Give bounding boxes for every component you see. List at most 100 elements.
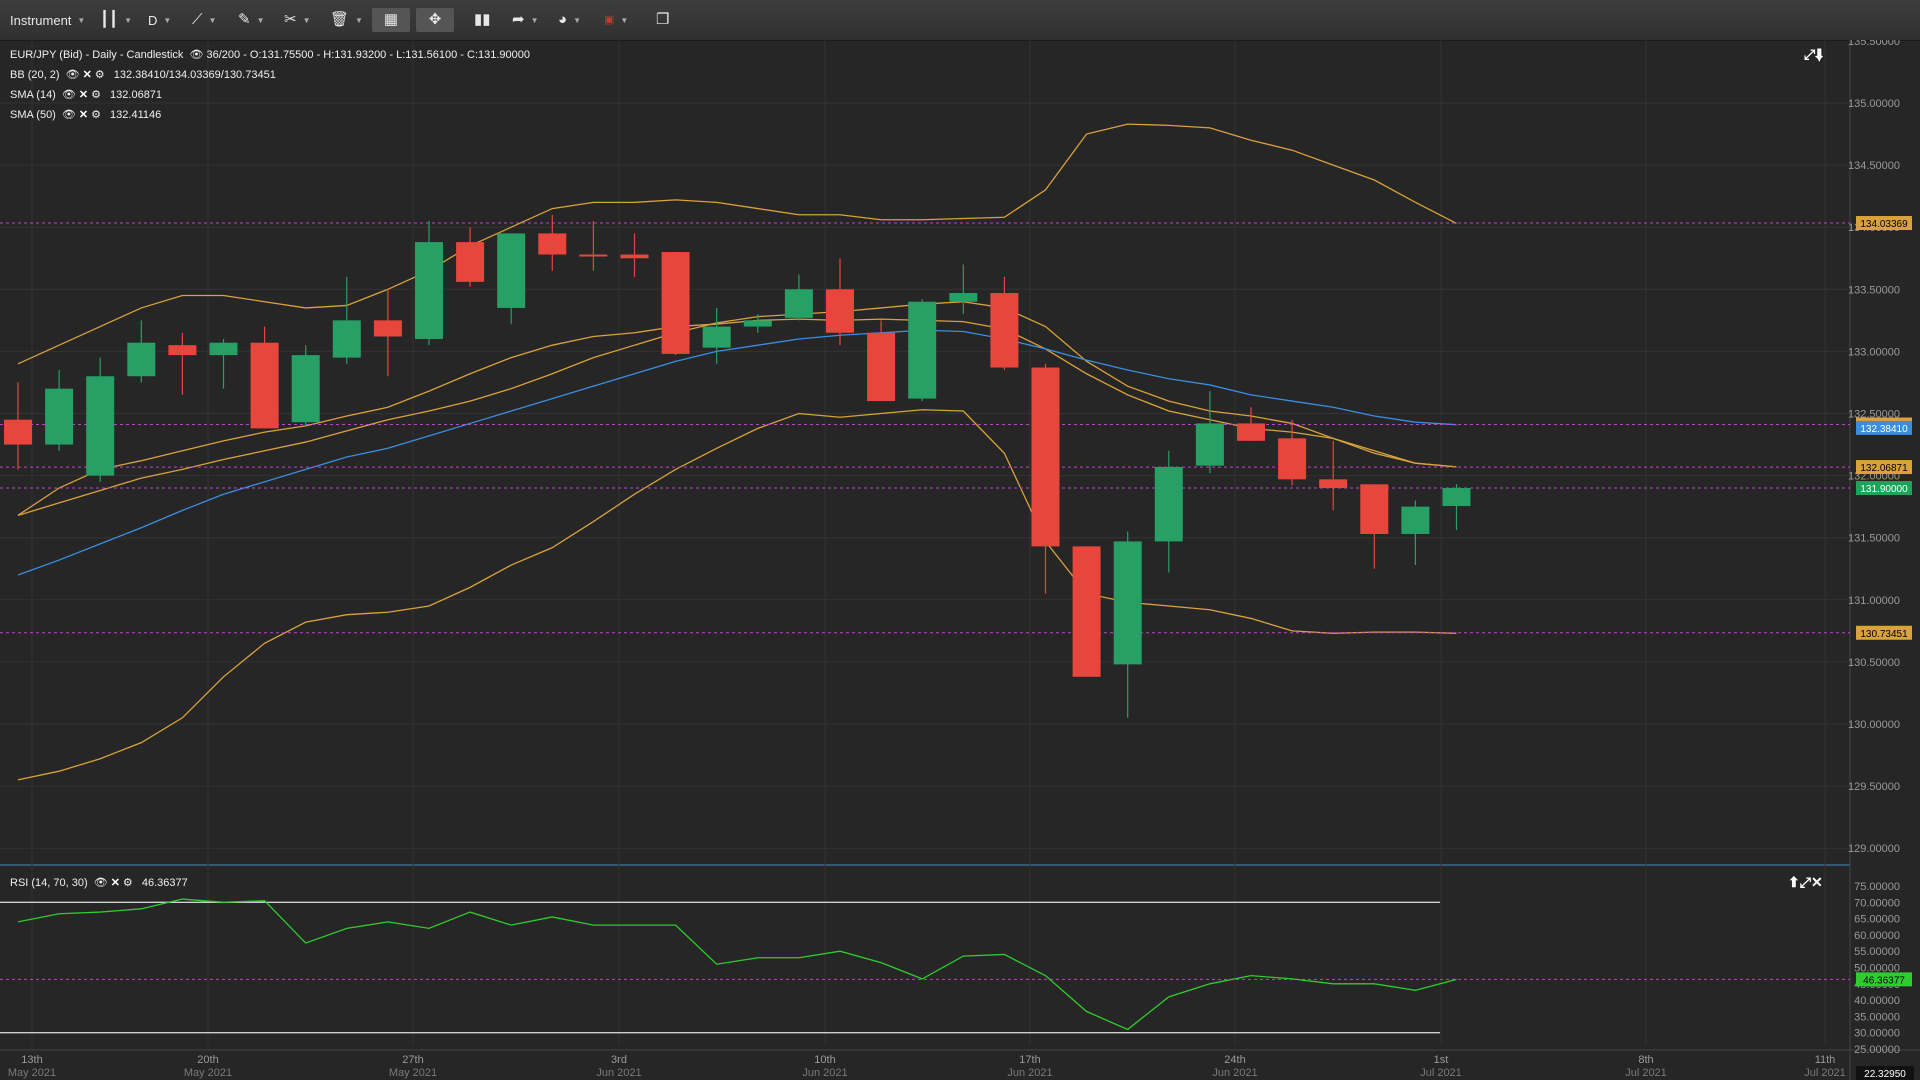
- candle[interactable]: [620, 233, 649, 277]
- candle[interactable]: [1113, 531, 1142, 718]
- chevron-down-icon: ▼: [302, 15, 311, 25]
- indicators-button[interactable]: ▮▮: [474, 8, 491, 32]
- corner-value: 22.32950: [1864, 1069, 1906, 1080]
- share-dropdown[interactable]: ➦ ▼: [512, 8, 539, 32]
- sma50-line: [17, 329, 1457, 576]
- price-tag-label: 131.90000: [1860, 484, 1908, 495]
- candle-body: [373, 320, 402, 337]
- candle[interactable]: [743, 314, 772, 333]
- candle[interactable]: [579, 220, 608, 271]
- time-tick-month: Jul 2021: [1804, 1067, 1846, 1079]
- candle[interactable]: [1195, 391, 1224, 474]
- candle[interactable]: [1237, 407, 1265, 441]
- rsi-tick-label: 55.00000: [1854, 946, 1900, 958]
- rsi-pane: 75.00000 70.00000 65.00000 60.00000 55.00000…: [0, 881, 1912, 1056]
- eye-icon[interactable]: 👁: [66, 68, 80, 81]
- candle[interactable]: [415, 220, 443, 346]
- delete-dropdown[interactable]: 🗑 ▼: [330, 8, 363, 32]
- chart-canvas[interactable]: 135.00000134.50000134.00000133.50000133.…: [0, 40, 1920, 1080]
- timeframe-dropdown[interactable]: D ▼: [148, 8, 171, 32]
- candlestick-icon: ┃┃: [100, 11, 119, 28]
- drawing-tools-dropdown[interactable]: ✂ ▼: [284, 8, 311, 32]
- expand-icon[interactable]: ⤢: [1804, 46, 1815, 62]
- candle[interactable]: [86, 357, 115, 482]
- close-icon[interactable]: ✕: [83, 68, 92, 81]
- gear-icon[interactable]: ⚙: [91, 108, 101, 121]
- close-icon[interactable]: ✕: [79, 108, 88, 121]
- price-tick-label: 130.00000: [1848, 719, 1900, 731]
- candle[interactable]: [908, 299, 937, 402]
- candle[interactable]: [1031, 363, 1060, 594]
- price-axis[interactable]: 135.00000134.50000134.00000133.50000133.…: [1848, 40, 1912, 855]
- bollinger-bands: [17, 123, 1457, 781]
- candle[interactable]: [990, 276, 1019, 371]
- bb-upper-line: [17, 123, 1457, 365]
- expand-icon[interactable]: ⤢: [1800, 874, 1811, 890]
- candle[interactable]: [1154, 450, 1183, 573]
- candle[interactable]: [373, 289, 402, 377]
- eye-icon[interactable]: 👁: [62, 108, 76, 121]
- window-button[interactable]: ❐: [656, 8, 669, 32]
- instrument-dropdown[interactable]: Instrument ▼: [10, 8, 85, 32]
- instrument-label: Instrument: [10, 12, 72, 28]
- chevron-down-icon: ▼: [124, 15, 132, 25]
- price-tick-label: 131.50000: [1848, 533, 1900, 545]
- gear-icon[interactable]: ⚙: [91, 88, 101, 101]
- close-icon[interactable]: ✕: [111, 876, 120, 889]
- candle[interactable]: [250, 326, 279, 429]
- candle[interactable]: [1401, 500, 1430, 566]
- arrow-down-icon[interactable]: ⬇: [1815, 46, 1824, 62]
- gear-icon[interactable]: ⚙: [123, 876, 133, 889]
- theme-dropdown[interactable]: ◕ ▼: [558, 8, 581, 32]
- candle[interactable]: [1360, 484, 1389, 569]
- language-dropdown[interactable]: ▣ ▼: [604, 8, 628, 32]
- candle[interactable]: [332, 276, 361, 364]
- price-tick-label: 130.50000: [1848, 657, 1900, 669]
- rsi-tag-label: 46.36377: [1863, 975, 1905, 986]
- gear-icon[interactable]: ⚙: [95, 68, 105, 81]
- eye-icon[interactable]: 👁: [62, 88, 76, 101]
- candle-body: [168, 345, 197, 356]
- candle[interactable]: [702, 307, 731, 364]
- candle[interactable]: [4, 382, 32, 470]
- candles[interactable]: [4, 214, 1471, 718]
- candle[interactable]: [45, 370, 74, 451]
- chevron-down-icon: ▼: [208, 15, 217, 25]
- time-tick-month: Jun 2021: [1212, 1067, 1257, 1079]
- price-tick-label: 129.50000: [1848, 781, 1900, 793]
- candle-body: [1319, 479, 1348, 489]
- candle-body: [1031, 367, 1060, 547]
- ruler-dropdown[interactable]: ✎ ▼: [238, 8, 265, 32]
- time-tick-label: 24th: [1224, 1054, 1245, 1066]
- sma14-name: SMA (14): [10, 89, 56, 101]
- arrow-up-icon[interactable]: ⬆: [1788, 874, 1800, 890]
- line-tools-dropdown[interactable]: ⟋ ▼: [192, 8, 216, 32]
- close-icon[interactable]: ✕: [79, 88, 88, 101]
- layout-button[interactable]: ▦: [372, 8, 410, 32]
- candle[interactable]: [1072, 546, 1101, 677]
- moving-averages: [17, 318, 1457, 576]
- price-tag-label: 134.03369: [1860, 219, 1908, 230]
- candle[interactable]: [826, 258, 854, 346]
- close-icon[interactable]: ✕: [1811, 874, 1823, 890]
- share-icon: ➦: [512, 11, 525, 28]
- candle[interactable]: [497, 233, 526, 325]
- eye-icon[interactable]: 👁: [94, 876, 108, 889]
- candle[interactable]: [291, 345, 320, 426]
- candle[interactable]: [661, 252, 690, 356]
- time-tick-month: Jun 2021: [802, 1067, 847, 1079]
- candle[interactable]: [209, 338, 238, 389]
- candle[interactable]: [127, 320, 156, 383]
- candle[interactable]: [784, 274, 813, 321]
- time-tick-month: Jun 2021: [596, 1067, 641, 1079]
- fullscreen-button[interactable]: ✥: [416, 8, 454, 32]
- chart-type-dropdown[interactable]: ┃┃ ▼: [100, 8, 132, 32]
- candle[interactable]: [168, 332, 197, 395]
- eye-icon[interactable]: 👁: [189, 48, 203, 61]
- line-tools-icon: ⟋: [192, 11, 203, 28]
- candle[interactable]: [1278, 419, 1307, 486]
- time-axis[interactable]: 13thMay 202120thMay 202127thMay 20213rdJ…: [8, 1054, 1914, 1080]
- chevron-down-icon: ▼: [355, 15, 363, 25]
- candle[interactable]: [1442, 484, 1471, 531]
- candle[interactable]: [456, 227, 485, 287]
